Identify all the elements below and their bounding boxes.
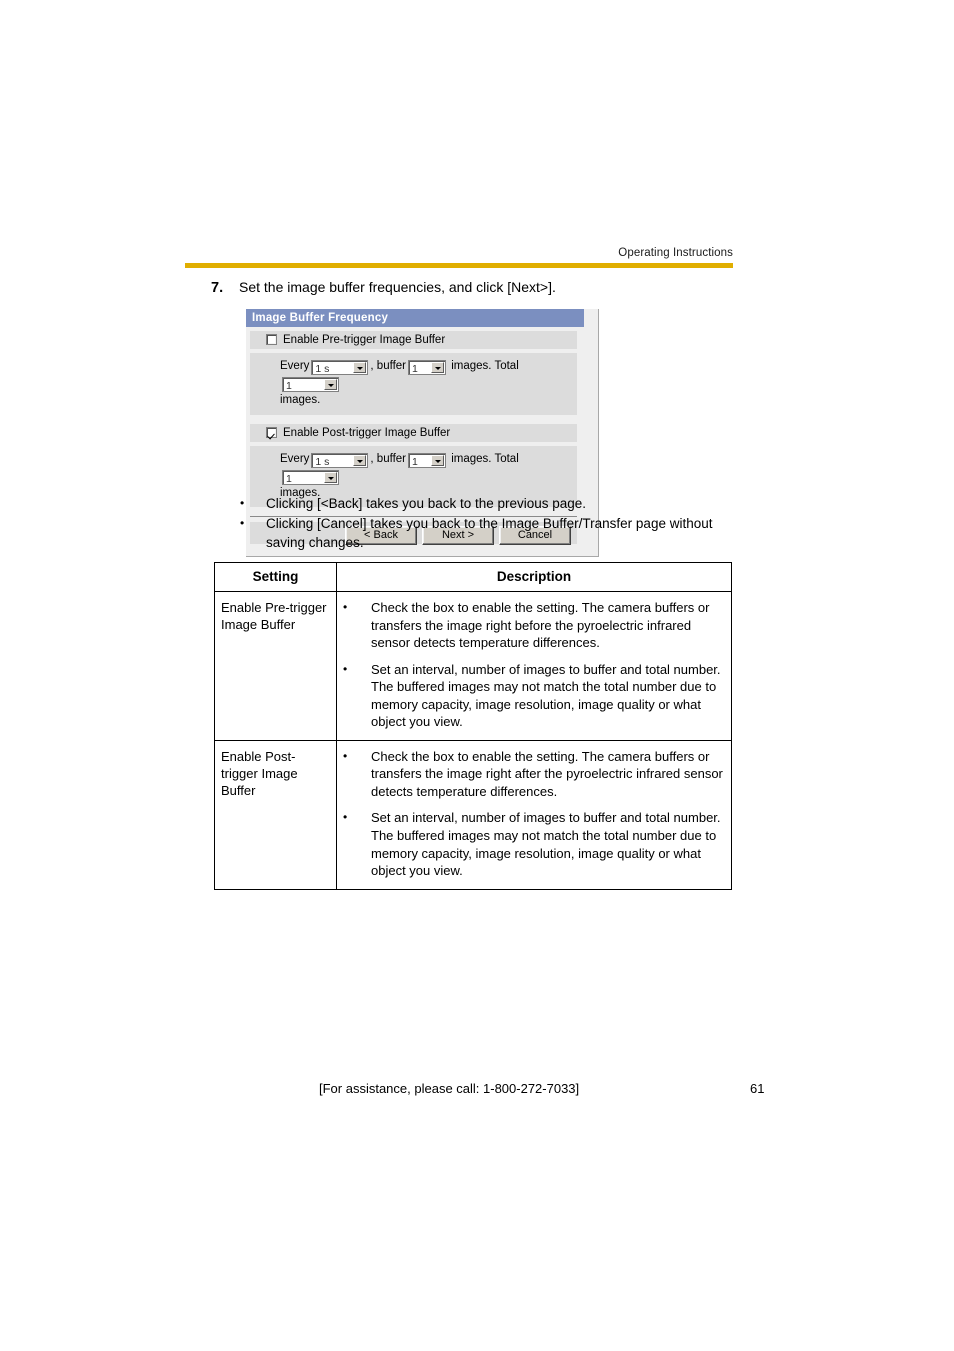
note-text: Clicking [Cancel] takes you back to the … [266,516,713,551]
post-trigger-buffer-select[interactable]: 1 [408,452,446,468]
pre-trigger-checkbox[interactable] [266,334,277,345]
bullet-icon: • [240,496,245,510]
description-text: Set an interval, number of images to buf… [371,810,721,879]
pre-trigger-total-select[interactable]: 1 [282,377,339,392]
post-trigger-every-select[interactable]: 1 s [311,452,369,468]
pre-trigger-buffer-select[interactable]: 1 [408,360,446,375]
header-rule [185,263,733,268]
post-trigger-buffer-value: 1 [412,455,418,468]
description-text: Check the box to enable the setting. The… [371,748,723,799]
bullet-icon: • [343,661,348,676]
pre-trigger-fields-row: Every 1 s , buffer 1 images. Total 1 images. [250,353,577,415]
list-item: • Check the box to enable the setting. T… [343,599,723,652]
list-item: • Clicking [<Back] takes you back to the… [240,494,740,513]
list-item: • Set an interval, number of images to b… [343,661,723,731]
note-list: • Clicking [<Back] takes you back to the… [240,494,740,553]
pre-trigger-checkbox-row[interactable]: Enable Pre-trigger Image Buffer [250,331,577,349]
setting-name: Enable Pre-trigger Image Buffer [214,591,337,741]
chevron-down-icon[interactable] [324,471,337,483]
bullet-icon: • [343,600,348,614]
settings-table: Setting Description Enable Pre-trigger I… [214,562,732,890]
column-header-setting: Setting [214,562,337,592]
post-trigger-every-value: 1 s [315,455,330,468]
bullet-icon: • [240,516,245,531]
setting-description: • Check the box to enable the setting. T… [336,591,732,741]
pre-trigger-buffer-label: , buffer [370,360,406,372]
panel-gap [246,415,598,420]
setting-description: • Check the box to enable the setting. T… [336,739,732,890]
post-trigger-buffer-label: , buffer [370,452,406,465]
pre-trigger-checkbox-label: Enable Pre-trigger Image Buffer [283,334,446,346]
step-text: Set the image buffer frequencies, and cl… [239,279,556,295]
post-trigger-images-total-label: images. Total [451,452,519,465]
note-text: Clicking [<Back] takes you back to the p… [266,496,587,511]
pre-trigger-buffer-value: 1 [412,363,418,375]
dialog-titlebar: Image Buffer Frequency [246,309,584,327]
list-item: • Clicking [Cancel] takes you back to th… [240,514,740,552]
post-trigger-checkbox-label: Enable Post-trigger Image Buffer [283,426,451,439]
pre-trigger-every-value: 1 s [315,363,330,375]
post-trigger-checkbox-row[interactable]: Enable Post-trigger Image Buffer [250,423,577,442]
pre-trigger-images-suffix: images. [280,394,321,406]
list-item: • Check the box to enable the setting. T… [343,748,723,801]
step-instruction: 7. Set the image buffer frequencies, and… [211,279,771,297]
header-label: Operating Instructions [618,247,733,259]
post-trigger-every-label: Every [280,452,310,465]
step-number: 7. [211,280,224,296]
page-number: 61 [750,1081,765,1096]
chevron-down-icon[interactable] [353,362,367,373]
post-trigger-checkbox[interactable] [266,426,277,438]
pre-trigger-every-label: Every [280,360,310,372]
chevron-down-icon[interactable] [353,454,367,466]
chevron-down-icon[interactable] [324,379,337,390]
table-header-row: Setting Description [214,562,732,592]
post-trigger-total-select[interactable]: 1 [282,469,339,485]
post-trigger-total-value: 1 [286,472,292,485]
page-header: Operating Instructions [185,247,733,268]
table-row: Enable Post-trigger Image Buffer • Check… [214,739,732,890]
list-item: • Set an interval, number of images to b… [343,809,723,879]
description-text: Check the box to enable the setting. The… [371,600,710,651]
table-row: Enable Pre-trigger Image Buffer • Check … [214,591,732,741]
chevron-down-icon[interactable] [431,362,444,373]
pre-trigger-every-select[interactable]: 1 s [311,360,369,375]
bullet-icon: • [343,748,348,763]
column-header-description: Description [336,562,732,592]
setting-name: Enable Post-trigger Image Buffer [214,739,337,890]
assistance-text: [For assistance, please call: 1-800-272-… [319,1081,580,1096]
pre-trigger-total-value: 1 [286,380,292,392]
bullet-icon: • [343,810,348,825]
chevron-down-icon[interactable] [431,454,444,466]
description-text: Set an interval, number of images to buf… [371,661,721,730]
pre-trigger-images-total-label: images. Total [451,360,519,372]
